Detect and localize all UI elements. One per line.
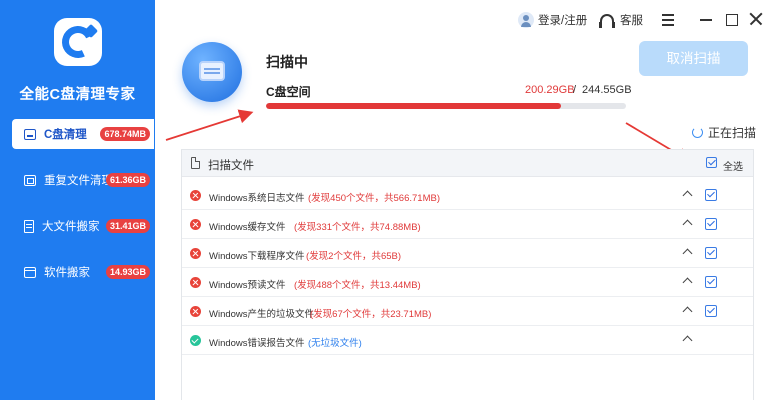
menu-icon[interactable] bbox=[659, 10, 677, 28]
file-row[interactable]: Windows错误报告文件 (无垃圾文件) bbox=[182, 326, 753, 355]
select-all-label: 全选 bbox=[723, 162, 743, 173]
document-icon bbox=[191, 157, 200, 169]
file-row-detail: (发现67个文件，共23.71MB) bbox=[310, 309, 432, 320]
select-all-checkbox[interactable] bbox=[706, 157, 717, 168]
chevron-up-icon[interactable] bbox=[682, 248, 693, 259]
sidebar-item-duplicate-clean[interactable]: 重复文件清理 61.36GB bbox=[12, 165, 154, 195]
file-row-name: Windows下载程序文件 bbox=[209, 251, 305, 262]
file-row[interactable]: Windows产生的垃圾文件 (发现67个文件，共23.71MB) bbox=[182, 297, 753, 326]
error-icon bbox=[190, 190, 201, 201]
headset-icon bbox=[599, 14, 615, 28]
error-icon bbox=[190, 277, 201, 288]
error-icon bbox=[190, 248, 201, 259]
error-icon bbox=[190, 306, 201, 317]
login-button[interactable]: 登录/注册 bbox=[518, 10, 587, 30]
chevron-up-icon[interactable] bbox=[682, 306, 693, 317]
file-row-detail: (发现450个文件，共566.71MB) bbox=[308, 193, 440, 204]
check-circle-icon bbox=[190, 335, 201, 346]
space-separator: / bbox=[573, 84, 577, 96]
row-checkbox[interactable] bbox=[705, 247, 717, 259]
file-row[interactable]: Windows下载程序文件 (发现2个文件，共65B) bbox=[182, 239, 753, 268]
software-icon bbox=[24, 266, 36, 278]
file-row-name: Windows预读文件 bbox=[209, 280, 286, 291]
sidebar-item-label: C盘清理 bbox=[44, 129, 87, 141]
minimize-icon[interactable] bbox=[697, 10, 715, 28]
space-label: C盘空间 bbox=[266, 85, 311, 99]
spinner-icon bbox=[692, 127, 703, 138]
app-title: 全能C盘清理专家 bbox=[19, 87, 136, 103]
drive-icon bbox=[24, 128, 36, 140]
file-row-name: Windows错误报告文件 bbox=[209, 338, 305, 349]
sidebar-item-large-file-move[interactable]: 大文件搬家 31.41GB bbox=[12, 211, 154, 241]
file-row[interactable]: Windows系统日志文件 (发现450个文件，共566.71MB) bbox=[182, 181, 753, 210]
chevron-up-icon[interactable] bbox=[682, 277, 693, 288]
avatar-icon bbox=[518, 12, 534, 28]
disk-scan-icon bbox=[182, 42, 242, 102]
file-row-name: Windows系统日志文件 bbox=[209, 193, 305, 204]
app-logo-icon bbox=[54, 18, 102, 66]
row-checkbox[interactable] bbox=[705, 276, 717, 288]
file-row-detail: (发现488个文件，共13.44MB) bbox=[294, 280, 421, 291]
size-badge: 31.41GB bbox=[105, 219, 150, 233]
maximize-icon[interactable] bbox=[722, 10, 740, 28]
customer-service-button[interactable]: 客服 bbox=[599, 10, 643, 30]
space-total: 244.55GB bbox=[582, 84, 632, 96]
service-label: 客服 bbox=[620, 15, 643, 27]
sidebar-item-label: 重复文件清理 bbox=[44, 175, 113, 187]
progress-fill bbox=[266, 103, 561, 109]
sidebar-item-label: 软件搬家 bbox=[44, 267, 90, 279]
file-row-detail: (无垃圾文件) bbox=[308, 338, 362, 349]
cancel-scan-button[interactable]: 取消扫描 bbox=[639, 41, 748, 76]
file-row-detail: (发现331个文件，共74.88MB) bbox=[294, 222, 421, 233]
sidebar: 全能C盘清理专家 C盘清理 678.74MB 重复文件清理 61.36GB 大文… bbox=[0, 0, 155, 400]
panel-title: 扫描文件 bbox=[208, 160, 254, 172]
size-badge: 14.93GB bbox=[105, 265, 150, 279]
row-checkbox[interactable] bbox=[705, 305, 717, 317]
sidebar-item-c-drive-clean[interactable]: C盘清理 678.74MB bbox=[12, 119, 154, 149]
close-icon[interactable] bbox=[747, 10, 765, 28]
file-row-name: Windows产生的垃圾文件 bbox=[209, 309, 315, 320]
file-row-name: Windows缓存文件 bbox=[209, 222, 286, 233]
file-row[interactable]: Windows预读文件 (发现488个文件，共13.44MB) bbox=[182, 268, 753, 297]
size-badge: 678.74MB bbox=[100, 127, 150, 141]
panel-header: 扫描文件 全选 bbox=[182, 150, 753, 177]
login-label: 登录/注册 bbox=[538, 15, 588, 27]
file-row[interactable]: Windows缓存文件 (发现331个文件，共74.88MB) bbox=[182, 210, 753, 239]
row-checkbox[interactable] bbox=[705, 189, 717, 201]
error-icon bbox=[190, 219, 201, 230]
row-checkbox[interactable] bbox=[705, 218, 717, 230]
chevron-up-icon[interactable] bbox=[682, 219, 693, 230]
scan-title: 扫描中 bbox=[266, 54, 308, 70]
scanning-status: 正在扫描 bbox=[692, 124, 756, 141]
file-icon bbox=[24, 219, 34, 233]
sidebar-item-software-move[interactable]: 软件搬家 14.93GB bbox=[12, 257, 154, 287]
sidebar-item-label: 大文件搬家 bbox=[42, 221, 100, 233]
chevron-up-icon[interactable] bbox=[682, 190, 693, 201]
arrow-to-progress bbox=[165, 109, 254, 141]
file-row-detail: (发现2个文件，共65B) bbox=[306, 251, 402, 262]
duplicate-icon bbox=[24, 174, 36, 186]
disk-usage-progress bbox=[266, 103, 626, 109]
size-badge: 61.36GB bbox=[105, 173, 150, 187]
space-used: 200.29GB bbox=[525, 84, 575, 96]
scanning-status-label: 正在扫描 bbox=[708, 126, 757, 140]
chevron-up-icon[interactable] bbox=[682, 335, 693, 346]
scan-file-panel: 扫描文件 全选 Windows系统日志文件 (发现450个文件，共566.71M… bbox=[181, 149, 754, 400]
